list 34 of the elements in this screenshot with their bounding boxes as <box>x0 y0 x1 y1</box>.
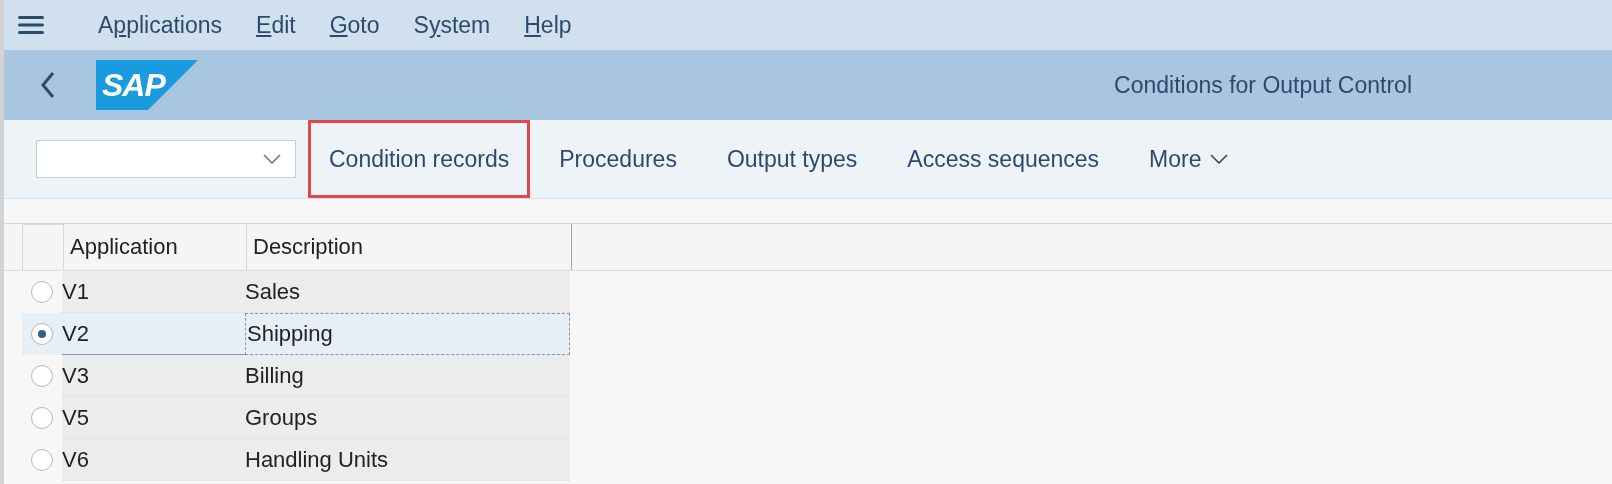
menu-item[interactable]: Applications <box>98 11 223 39</box>
toolbar-button[interactable]: Output types <box>705 120 879 198</box>
table-cell: Shipping <box>245 313 570 355</box>
table-cell: Groups <box>245 397 570 439</box>
radio-button[interactable] <box>31 449 53 471</box>
radio-button[interactable] <box>31 365 53 387</box>
menu-item[interactable]: Edit <box>256 11 296 39</box>
menu-item[interactable]: System <box>413 11 491 39</box>
table-cell: V6 <box>62 439 245 481</box>
table-cell: V3 <box>62 355 245 397</box>
table-cell: Billing <box>245 355 570 397</box>
toolbar-button[interactable]: Access sequences <box>886 120 1121 198</box>
table-cell: Handling Units <box>245 439 570 481</box>
menu-item[interactable]: Help <box>524 11 572 39</box>
radio-button[interactable] <box>31 323 53 345</box>
column-header[interactable]: Application <box>63 224 246 270</box>
back-icon[interactable] <box>40 71 56 99</box>
sap-logo: SAP <box>96 60 198 110</box>
table-cell: V5 <box>62 397 245 439</box>
chevron-down-icon <box>1209 154 1228 164</box>
menu-icon[interactable] <box>18 15 44 35</box>
toolbar-button[interactable]: Procedures <box>538 120 698 198</box>
menu-item[interactable]: Goto <box>329 11 380 39</box>
radio-button[interactable] <box>31 281 53 303</box>
chevron-down-icon <box>263 154 281 164</box>
radio-button[interactable] <box>31 407 53 429</box>
toolbar-button[interactable]: Condition records <box>308 120 531 198</box>
column-header[interactable]: Description <box>246 224 571 270</box>
dropdown-field[interactable] <box>36 140 296 178</box>
table-cell: V1 <box>62 271 245 313</box>
table-cell: Sales <box>245 271 570 313</box>
more-menu-button[interactable]: More <box>1128 120 1249 198</box>
table-cell: V2 <box>62 313 245 355</box>
page-title: Conditions for Output Control <box>1114 71 1412 99</box>
